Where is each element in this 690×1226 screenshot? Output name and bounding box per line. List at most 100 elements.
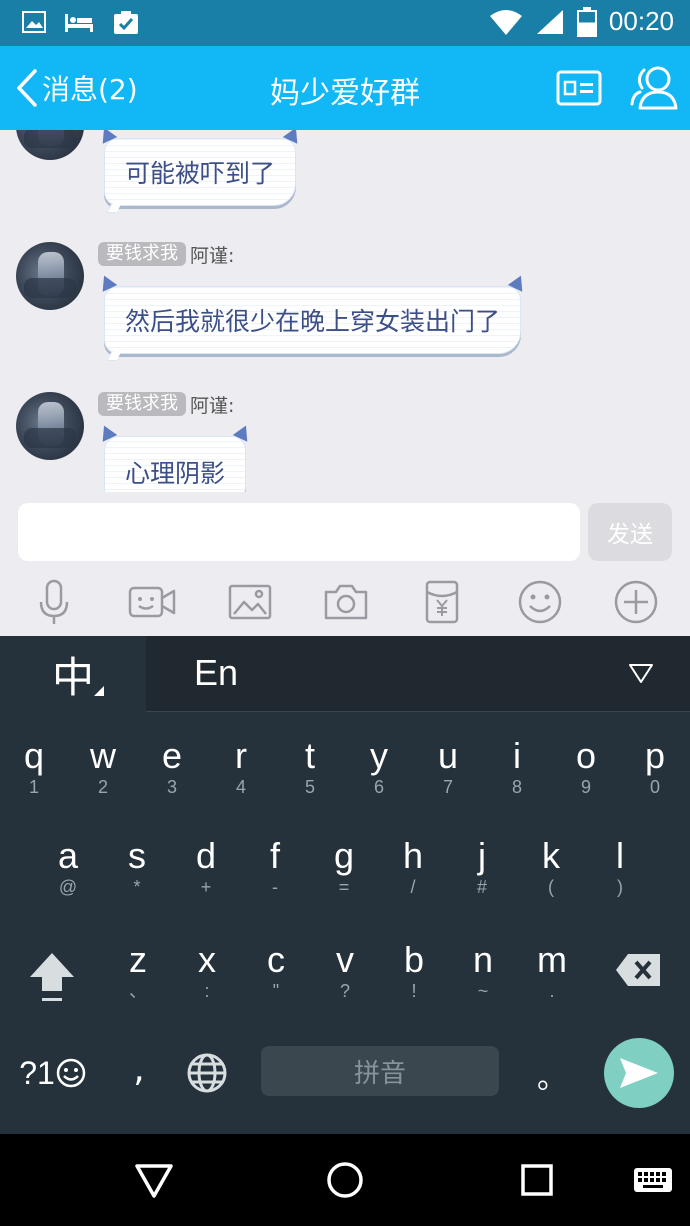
plus-icon[interactable] xyxy=(612,578,660,626)
send-button[interactable]: 发送 xyxy=(588,503,672,561)
key-x[interactable]: x: xyxy=(177,940,237,1030)
key-letter: d xyxy=(195,835,217,876)
key-f[interactable]: f- xyxy=(245,836,305,926)
keyboard-icon[interactable] xyxy=(632,1160,674,1200)
key-b[interactable]: b! xyxy=(384,940,444,1030)
chinese-mode-label: 中 xyxy=(51,652,94,702)
key-g[interactable]: g = xyxy=(314,836,374,926)
key-z[interactable]: z、 xyxy=(108,940,168,1030)
key-h[interactable]: h / xyxy=(383,836,443,926)
shift-key[interactable] xyxy=(24,948,80,1008)
chinese-mode-tab[interactable]: 中 xyxy=(0,636,146,712)
key-r[interactable]: r4 xyxy=(211,736,271,826)
key-e[interactable]: e3 xyxy=(142,736,202,826)
english-mode-tab[interactable]: En xyxy=(194,652,238,694)
backspace-key[interactable] xyxy=(612,950,664,990)
group-members-button[interactable] xyxy=(628,62,680,114)
key-secondary-symbol: . xyxy=(549,981,555,1001)
key-secondary-symbol: 9 xyxy=(580,777,591,797)
key-secondary-symbol: 0 xyxy=(649,777,660,797)
sender-line: 要钱求我 阿谨: xyxy=(98,241,234,268)
backspace-icon xyxy=(616,954,660,986)
key-p[interactable]: p0 xyxy=(625,736,685,826)
collapse-keyboard-icon[interactable] xyxy=(628,662,654,684)
back-triangle-icon[interactable] xyxy=(134,1160,174,1200)
status-time: 00:20 xyxy=(608,6,674,36)
period-key[interactable]: 。 xyxy=(530,1050,574,1100)
key-w[interactable]: w2 xyxy=(73,736,133,826)
key-secondary-symbol: 2 xyxy=(97,777,108,797)
back-button[interactable]: 消息(2) xyxy=(16,66,138,110)
emoji-icon[interactable] xyxy=(516,578,564,626)
chat-area[interactable]: 可能被吓到了 要钱求我 阿谨: 然后我就很少在晚上穿女装出门了 要钱求我 阿谨:… xyxy=(0,130,690,492)
recents-square-icon[interactable] xyxy=(517,1160,557,1200)
key-k[interactable]: k( xyxy=(521,836,581,926)
key-secondary-symbol: @ xyxy=(58,877,78,897)
key-letter: z xyxy=(129,939,147,980)
key-secondary-symbol: ! xyxy=(411,981,417,1001)
message-text: 可能被吓到了 xyxy=(125,159,276,188)
sender-name[interactable]: 阿谨: xyxy=(190,241,234,268)
message-bubble[interactable]: 可能被吓到了 xyxy=(96,130,304,213)
key-c[interactable]: c " xyxy=(246,940,306,1030)
key-v[interactable]: v? xyxy=(315,940,375,1030)
clipboard-check-icon xyxy=(114,11,138,34)
message-text: 然后我就很少在晚上穿女装出门了 xyxy=(125,307,501,336)
home-circle-icon[interactable] xyxy=(325,1160,365,1200)
member-title-badge: 要钱求我 xyxy=(98,392,186,416)
key-letter: k xyxy=(542,835,560,876)
red-packet-icon[interactable] xyxy=(418,578,466,626)
avatar[interactable] xyxy=(16,130,84,160)
sender-name[interactable]: 阿谨: xyxy=(190,391,234,418)
group-card-button[interactable] xyxy=(556,68,602,108)
avatar[interactable] xyxy=(16,242,84,310)
key-n[interactable]: n ~ xyxy=(453,940,513,1030)
key-secondary-symbol: = xyxy=(338,877,350,897)
chevron-left-icon xyxy=(17,69,37,107)
key-d[interactable]: d + xyxy=(176,836,236,926)
key-m[interactable]: m. xyxy=(522,940,582,1030)
status-bar-system: 44 00:20 xyxy=(489,6,674,37)
key-a[interactable]: a @ xyxy=(38,836,98,926)
key-y[interactable]: y6 xyxy=(349,736,409,826)
key-letter: u xyxy=(437,735,459,776)
key-secondary-symbol: + xyxy=(200,877,212,897)
key-o[interactable]: o9 xyxy=(556,736,616,826)
back-label: 消息(2) xyxy=(42,73,138,106)
wifi-icon xyxy=(489,9,522,35)
bubble-ear-decoration xyxy=(507,272,529,292)
status-bar-notifications xyxy=(22,10,140,36)
composer-row: 发送 xyxy=(0,492,690,568)
keyboard-mode-bar: 中 En xyxy=(0,636,690,712)
symbols-key[interactable]: ?1 xyxy=(16,1048,90,1098)
space-key[interactable]: 拼音 xyxy=(261,1046,499,1096)
key-s[interactable]: s * xyxy=(107,836,167,926)
key-secondary-symbol: ( xyxy=(548,877,554,897)
language-key[interactable] xyxy=(184,1050,230,1096)
video-call-icon[interactable] xyxy=(128,578,176,626)
comma-key[interactable]: , xyxy=(118,1044,160,1094)
key-secondary-symbol: 5 xyxy=(304,777,315,797)
microphone-icon[interactable] xyxy=(30,578,78,626)
key-q[interactable]: q1 xyxy=(4,736,64,826)
key-t[interactable]: t5 xyxy=(280,736,340,826)
key-secondary-symbol: ? xyxy=(339,981,350,1001)
key-letter: e xyxy=(161,735,183,776)
key-letter: x xyxy=(198,939,216,980)
key-j[interactable]: j # xyxy=(452,836,512,926)
key-letter: o xyxy=(575,735,597,776)
message-input[interactable] xyxy=(18,503,580,561)
camera-icon[interactable] xyxy=(322,578,370,626)
image-icon[interactable] xyxy=(226,578,274,626)
key-letter: a xyxy=(57,835,79,876)
key-l[interactable]: l) xyxy=(590,836,650,926)
key-i[interactable]: i8 xyxy=(487,736,547,826)
key-secondary-symbol: 1 xyxy=(28,777,39,797)
key-u[interactable]: u7 xyxy=(418,736,478,826)
sender-line: 要钱求我 阿谨: xyxy=(98,391,234,418)
key-letter: h xyxy=(402,835,424,876)
message-bubble[interactable]: 然后我就很少在晚上穿女装出门了 xyxy=(96,272,529,361)
send-enter-key[interactable] xyxy=(604,1038,674,1108)
message-bubble[interactable]: 心理阴影 xyxy=(96,422,254,492)
avatar[interactable] xyxy=(16,392,84,460)
